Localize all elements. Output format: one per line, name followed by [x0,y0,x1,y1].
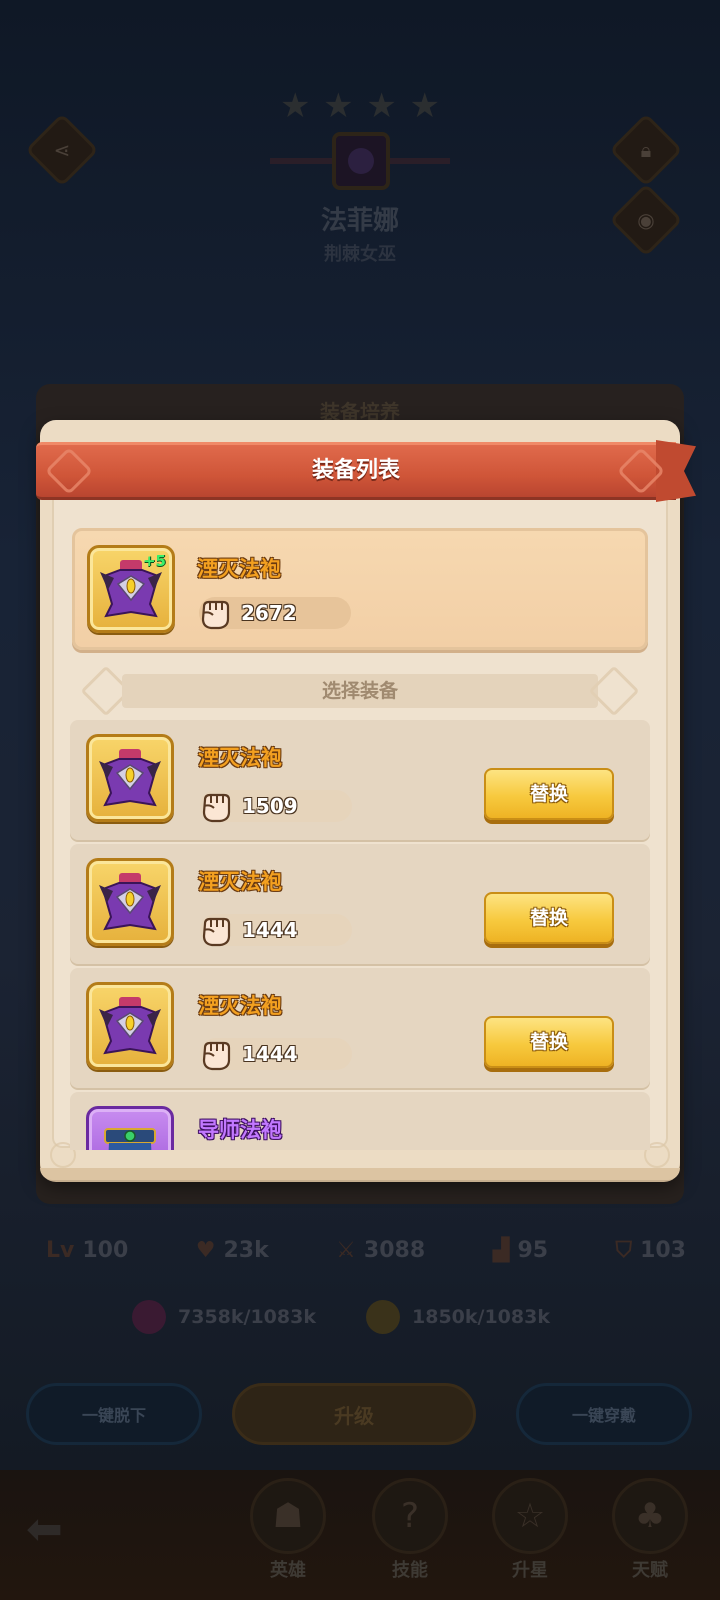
item-name: 湮灭法袍 [198,746,282,770]
pet-icon: ◉ [637,208,655,232]
level-icon: Lv [46,1238,75,1263]
talent-icon: ♣ [612,1478,688,1554]
select-equipment-divider: 选择装备 [80,665,640,717]
list-item: 湮灭法袍 1444 替换 [70,968,650,1088]
modal-title-ribbon: 装备列表 [36,438,696,504]
hero-stats-row: Lv 100 ♥ 23k ⚔ 3088 ▟ 95 ⛉ 103 [46,1238,686,1263]
resource-gold: 1850k/1083k [366,1300,550,1334]
back-arrow-icon[interactable]: ⬅ [26,1504,63,1555]
item-name: 导师法袍 [198,1118,282,1142]
replace-button[interactable]: 替换 [484,892,614,944]
share-icon: ⋖ [53,138,71,162]
modal-title: 装备列表 [311,458,400,483]
hero-title: 荆棘女巫 [324,244,396,265]
enhance-level: +5 [142,552,166,570]
item-icon[interactable] [86,1106,174,1150]
modal-bottom-edge [40,1168,680,1180]
select-equipment-label: 选择装备 [321,680,398,702]
replace-button[interactable]: 替换 [484,768,614,820]
hero-star-rating: ★ ★ ★ ★ [280,86,440,126]
list-item: 导师法袍 [70,1092,650,1150]
equip-all-button[interactable]: 一键穿戴 [516,1383,692,1445]
mentor-robe-icon [104,1128,156,1150]
item-power-value: 1444 [242,1042,298,1066]
list-item: 湮灭法袍 1509 替换 [70,720,650,840]
heart-icon: ♥ [195,1238,216,1263]
unequip-all-button[interactable]: 一键脱下 [26,1383,202,1445]
purple-gem-icon [132,1300,166,1334]
gold-coin-icon [366,1300,400,1334]
star-up-icon: ☆ [492,1478,568,1554]
hero-icon: ☗ [250,1478,326,1554]
item-icon[interactable] [86,858,174,946]
nav-hero[interactable]: ☗ 英雄 [242,1478,334,1582]
fist-icon [201,600,230,630]
nav-talent[interactable]: ♣ 天赋 [604,1478,696,1582]
item-power-bar: 1444 [200,1038,352,1071]
stat-attack: ⚔ 3088 [336,1238,426,1263]
lock-icon: 🔒︎ [640,138,652,162]
item-power-bar: 1444 [200,914,352,947]
equipped-power-bar: 2672 [199,597,351,630]
nav-star-up[interactable]: ☆ 升星 [484,1478,576,1582]
item-icon[interactable] [86,982,174,1070]
resource-gem: 7358k/1083k [132,1300,316,1334]
replace-button[interactable]: 替换 [484,1016,614,1068]
equipped-item-name: 湮灭法袍 [197,557,281,581]
nav-skill[interactable]: ? 技能 [364,1478,456,1582]
upgrade-button[interactable]: 升级 [232,1383,476,1445]
lock-button[interactable]: 🔒︎ [609,113,683,187]
item-icon[interactable] [86,734,174,822]
item-power-bar: 1509 [200,790,352,823]
stat-defense: ⛉ 103 [615,1238,686,1263]
fist-icon [202,917,231,947]
equipped-item-card: +5 湮灭法袍 2672 [72,528,648,650]
star-icon: ★ [366,86,397,126]
skill-icon: ? [372,1478,448,1554]
item-name: 湮灭法袍 [198,870,282,894]
robe-icon [99,997,161,1055]
sword-icon: ⚔ [336,1238,356,1263]
fist-icon [202,1041,231,1071]
shield-icon: ⛉ [615,1238,633,1263]
stat-level: Lv 100 [46,1238,129,1263]
star-icon: ★ [409,86,440,126]
item-power-value: 1509 [242,794,298,818]
equipped-item-icon[interactable]: +5 [87,545,175,633]
star-icon: ★ [323,86,354,126]
bottom-nav: ⬅ ☗ 英雄 ? 技能 ☆ 升星 ♣ 天赋 [0,1470,720,1600]
stat-speed: ▟ 95 [492,1238,549,1263]
equipment-list[interactable]: 湮灭法袍 1509 替换 湮灭法袍 1444 替换 湮灭法袍 1444 替换 导… [68,718,652,1150]
item-name: 湮灭法袍 [198,994,282,1018]
item-power-value: 1444 [242,918,298,942]
boot-icon: ▟ [492,1238,510,1263]
fist-icon [202,793,231,823]
list-item: 湮灭法袍 1444 替换 [70,844,650,964]
robe-icon [99,873,161,931]
hero-portrait [332,132,390,190]
share-button[interactable]: ⋖ [25,113,99,187]
star-icon: ★ [280,86,311,126]
stat-health: ♥ 23k [195,1238,269,1263]
equipped-power-value: 2672 [241,601,297,625]
robe-icon [99,749,161,807]
